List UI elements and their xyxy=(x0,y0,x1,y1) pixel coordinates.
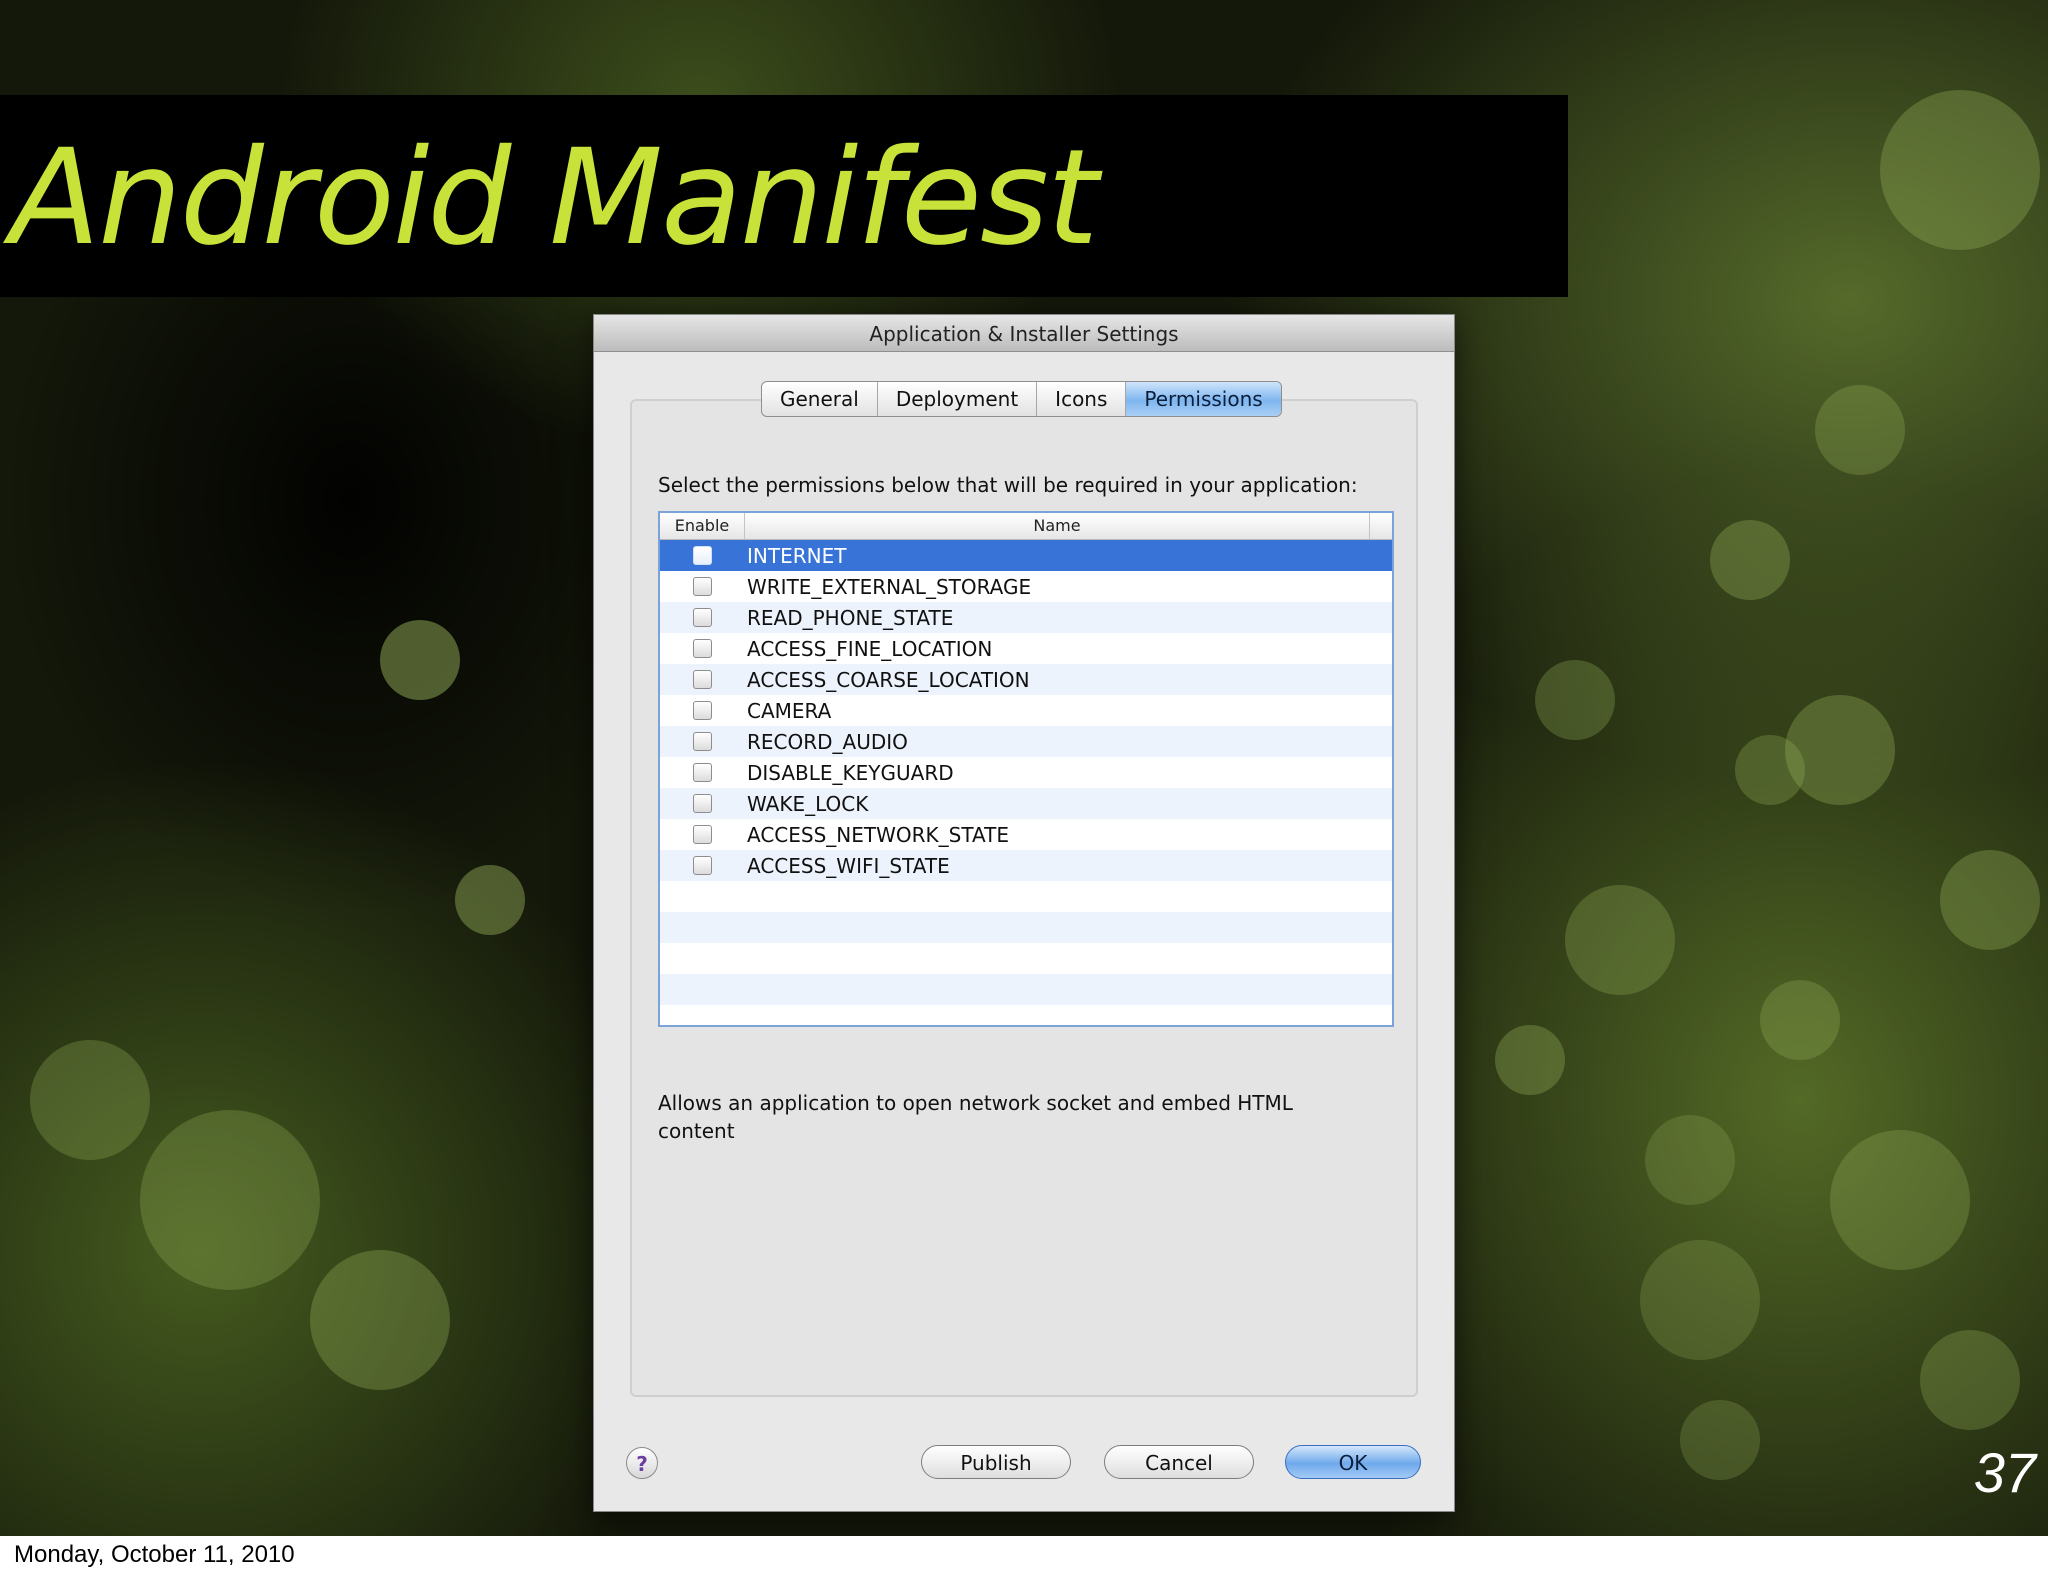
enable-cell xyxy=(660,608,744,627)
enable-cell xyxy=(660,546,744,565)
bokeh-circle xyxy=(310,1250,450,1390)
table-body: INTERNET WRITE_EXTERNAL_STORAGE READ_PHONE… xyxy=(660,540,1392,1025)
table-row[interactable]: ACCESS_WIFI_STATE xyxy=(660,850,1392,881)
bokeh-circle xyxy=(140,1110,320,1290)
tab-general[interactable]: General xyxy=(762,382,878,416)
bokeh-circle xyxy=(1880,90,2040,250)
permission-name: WAKE_LOCK xyxy=(747,791,869,816)
permission-name: ACCESS_FINE_LOCATION xyxy=(747,636,993,661)
bokeh-circle xyxy=(1535,660,1615,740)
permission-description: Allows an application to open network so… xyxy=(658,1091,1293,1143)
enable-checkbox[interactable] xyxy=(692,608,712,627)
publish-button[interactable]: Publish xyxy=(921,1445,1071,1479)
table-row[interactable]: WAKE_LOCK xyxy=(660,788,1392,819)
empty-table-row xyxy=(660,974,1392,1005)
table-row[interactable]: READ_PHONE_STATE xyxy=(660,602,1392,633)
table-row[interactable]: WRITE_EXTERNAL_STORAGE xyxy=(660,571,1392,602)
enable-checkbox[interactable] xyxy=(692,732,712,751)
empty-table-row xyxy=(660,1005,1392,1025)
enable-cell xyxy=(660,825,744,844)
dialog-title: Application & Installer Settings xyxy=(594,315,1454,352)
enable-cell xyxy=(660,794,744,813)
enable-cell xyxy=(660,670,744,689)
bokeh-circle xyxy=(1785,695,1895,805)
bokeh-circle xyxy=(1735,735,1805,805)
tab-deployment[interactable]: Deployment xyxy=(878,382,1038,416)
enable-cell xyxy=(660,763,744,782)
bokeh-circle xyxy=(1760,980,1840,1060)
ok-button[interactable]: OK xyxy=(1285,1445,1421,1479)
column-header-spacer xyxy=(1370,513,1392,539)
enable-checkbox[interactable] xyxy=(692,546,712,565)
column-header-enable[interactable]: Enable xyxy=(660,513,745,539)
bokeh-circle xyxy=(1640,1240,1760,1360)
enable-cell xyxy=(660,856,744,875)
enable-checkbox[interactable] xyxy=(692,825,712,844)
enable-cell xyxy=(660,577,744,596)
help-icon[interactable]: ? xyxy=(626,1447,658,1479)
enable-checkbox[interactable] xyxy=(692,794,712,813)
enable-checkbox[interactable] xyxy=(692,639,712,658)
table-row[interactable]: ACCESS_FINE_LOCATION xyxy=(660,633,1392,664)
permissions-table[interactable]: Enable Name INTERNET WRITE_EXTERNAL_STORA… xyxy=(658,511,1394,1027)
bokeh-circle xyxy=(455,865,525,935)
permission-name: INTERNET xyxy=(747,543,847,568)
slide-background: Android Manifest Application & Installer… xyxy=(0,0,2048,1536)
table-row[interactable]: CAMERA xyxy=(660,695,1392,726)
table-row[interactable]: INTERNET xyxy=(660,540,1392,571)
enable-checkbox[interactable] xyxy=(692,577,712,596)
permission-name: ACCESS_COARSE_LOCATION xyxy=(747,667,1030,692)
tab-icons[interactable]: Icons xyxy=(1037,382,1127,416)
permission-name: CAMERA xyxy=(747,698,832,723)
cancel-button[interactable]: Cancel xyxy=(1104,1445,1254,1479)
enable-checkbox[interactable] xyxy=(692,701,712,720)
enable-cell xyxy=(660,732,744,751)
footer-date: Monday, October 11, 2010 xyxy=(14,1541,295,1568)
tab-permissions[interactable]: Permissions xyxy=(1126,382,1281,416)
bokeh-circle xyxy=(1940,850,2040,950)
bokeh-circle xyxy=(1680,1400,1760,1480)
permission-name: ACCESS_WIFI_STATE xyxy=(747,853,950,878)
bokeh-circle xyxy=(380,620,460,700)
permission-name: ACCESS_NETWORK_STATE xyxy=(747,822,1009,847)
empty-table-row xyxy=(660,912,1392,943)
table-row[interactable]: ACCESS_COARSE_LOCATION xyxy=(660,664,1392,695)
bokeh-circle xyxy=(1710,520,1790,600)
column-header-name[interactable]: Name xyxy=(745,513,1370,539)
bokeh-circle xyxy=(1645,1115,1735,1205)
empty-table-row xyxy=(660,943,1392,974)
bokeh-circle xyxy=(1830,1130,1970,1270)
table-header: Enable Name xyxy=(660,513,1392,540)
bokeh-circle xyxy=(1495,1025,1565,1095)
bokeh-circle xyxy=(1815,385,1905,475)
enable-cell xyxy=(660,639,744,658)
permission-name: RECORD_AUDIO xyxy=(747,729,908,754)
permission-name: WRITE_EXTERNAL_STORAGE xyxy=(747,574,1032,599)
enable-checkbox[interactable] xyxy=(692,670,712,689)
enable-cell xyxy=(660,701,744,720)
bokeh-circle xyxy=(30,1040,150,1160)
table-row[interactable]: DISABLE_KEYGUARD xyxy=(660,757,1392,788)
enable-checkbox[interactable] xyxy=(692,856,712,875)
empty-table-row xyxy=(660,881,1392,912)
permission-name: READ_PHONE_STATE xyxy=(747,605,954,630)
slide-title: Android Manifest xyxy=(10,121,1099,275)
settings-dialog: Application & Installer Settings General… xyxy=(593,314,1455,1512)
enable-checkbox[interactable] xyxy=(692,763,712,782)
bokeh-circle xyxy=(1920,1330,2020,1430)
slide-number: 37 xyxy=(1973,1441,2036,1504)
table-row[interactable]: ACCESS_NETWORK_STATE xyxy=(660,819,1392,850)
permissions-instruction: Select the permissions below that will b… xyxy=(658,473,1358,497)
bokeh-circle xyxy=(1565,885,1675,995)
tab-bar: General Deployment Icons Permissions xyxy=(761,381,1282,417)
permission-name: DISABLE_KEYGUARD xyxy=(747,760,954,785)
table-row[interactable]: RECORD_AUDIO xyxy=(660,726,1392,757)
